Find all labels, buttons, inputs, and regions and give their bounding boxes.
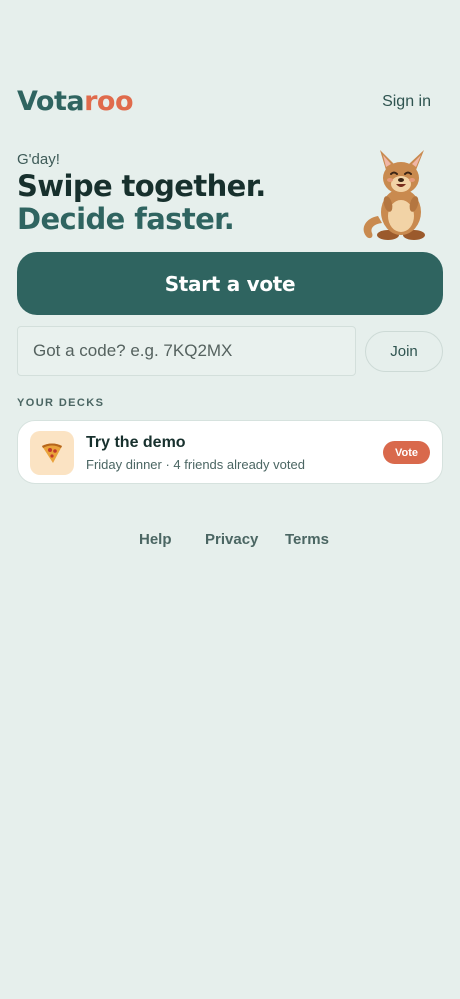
logo-text-primary: Vota [17, 86, 85, 117]
deck-title: Try the demo [86, 434, 186, 451]
join-code-input[interactable] [17, 326, 356, 376]
hero-headline: Swipe together. Decide faster. [17, 170, 347, 236]
headline-part-2: Decide faster. [17, 202, 235, 236]
kangaroo-mascot-icon [363, 150, 425, 240]
deck-thumbnail [30, 431, 74, 475]
deck-subtitle: Friday dinner · 4 friends already voted [86, 457, 305, 472]
deck-card-demo[interactable]: Try the demo Friday dinner · 4 friends a… [17, 420, 443, 484]
join-button[interactable]: Join [365, 331, 443, 372]
greeting-text: G'day! [17, 151, 60, 168]
vote-button[interactable]: Vote [383, 441, 430, 464]
logo-text-accent: roo [84, 86, 134, 117]
pizza-icon [42, 443, 62, 463]
your-decks-heading: YOUR DECKS [17, 397, 105, 409]
footer-privacy-link[interactable]: Privacy [205, 531, 258, 548]
footer-terms-link[interactable]: Terms [285, 531, 329, 548]
start-vote-button[interactable]: Start a vote [17, 252, 443, 315]
sign-in-link[interactable]: Sign in [382, 93, 431, 111]
footer-help-link[interactable]: Help [139, 531, 172, 548]
headline-part-1: Swipe together. [17, 169, 266, 203]
app-logo: Votaroo [17, 86, 134, 117]
